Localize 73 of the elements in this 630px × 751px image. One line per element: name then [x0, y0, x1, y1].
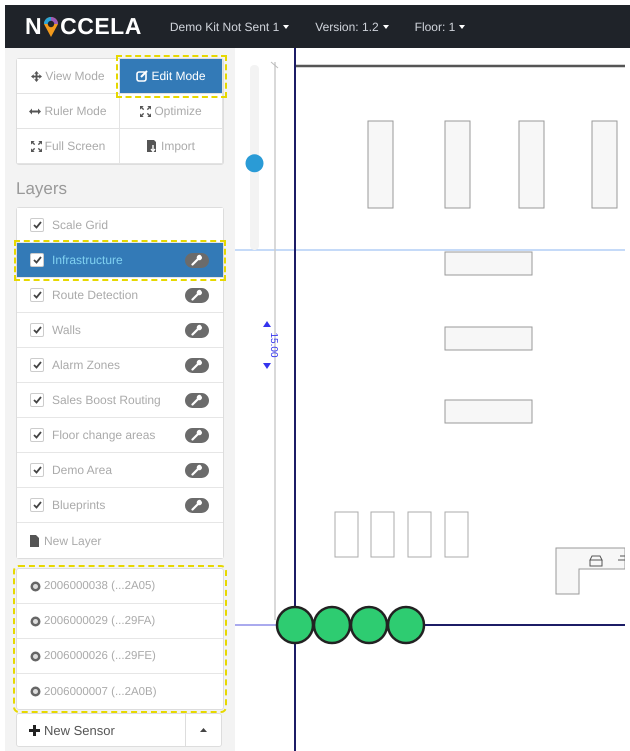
- caret-icon: [200, 728, 207, 732]
- file-icon: [30, 534, 39, 546]
- wrench-icon[interactable]: [185, 498, 209, 512]
- layer-item[interactable]: Infrastructure: [17, 243, 223, 278]
- sensor-label: 2006000007 (...2A0B): [44, 686, 157, 698]
- layer-item[interactable]: Route Detection: [17, 278, 223, 313]
- checkbox[interactable]: [30, 498, 44, 512]
- sensor-icon: [30, 650, 41, 662]
- logo-text: CCELA: [60, 13, 142, 40]
- checkbox[interactable]: [30, 218, 44, 232]
- layer-label: Scale Grid: [52, 218, 110, 232]
- wrench-icon[interactable]: [185, 322, 209, 338]
- layer-item[interactable]: Scale Grid: [17, 208, 223, 243]
- sensor-item[interactable]: 2006000038 (...2A05): [17, 569, 223, 604]
- checkbox[interactable]: [30, 253, 44, 267]
- expand-icon: [140, 106, 152, 116]
- mode-button[interactable]: Full Screen: [17, 129, 120, 164]
- new-sensor-button[interactable]: New Sensor: [16, 713, 186, 747]
- ruler-label: 15.00: [268, 332, 279, 358]
- mode-button[interactable]: Optimize: [120, 94, 223, 129]
- arrow-down-icon: [263, 363, 271, 369]
- sensor-item[interactable]: 2006000007 (...2A0B): [17, 674, 223, 709]
- dropdown-menu[interactable]: Floor: 1: [414, 20, 466, 34]
- import-icon: [146, 140, 158, 152]
- checkbox[interactable]: [30, 463, 44, 477]
- logo-text: N: [25, 13, 42, 40]
- wrench-icon[interactable]: [185, 288, 209, 302]
- sensor-label: 2006000038 (...2A05): [44, 580, 156, 592]
- sensor-marker[interactable]: [386, 606, 426, 644]
- sensor-label: 2006000029 (...29FA): [44, 615, 156, 627]
- wrench-icon[interactable]: [185, 462, 209, 478]
- sensor-icon: [30, 580, 41, 592]
- wrench-icon[interactable]: [185, 358, 209, 372]
- section-heading: Layers: [16, 179, 68, 199]
- wrench-icon[interactable]: [185, 392, 209, 408]
- sensor-marker[interactable]: [350, 606, 388, 644]
- sensor-icon: [30, 616, 41, 626]
- layer-label: Blueprints: [52, 498, 106, 512]
- dropdown-toggle[interactable]: [186, 713, 222, 747]
- move-icon: [31, 70, 42, 82]
- layer-label: Alarm Zones: [52, 358, 122, 372]
- mode-button[interactable]: View Mode: [17, 59, 120, 94]
- sensor-label: 2006000026 (...29FE): [44, 650, 156, 662]
- checkbox[interactable]: [30, 323, 44, 337]
- layer-label: Sales Boost Routing: [52, 393, 162, 407]
- pin-icon: [43, 16, 60, 38]
- dropdown-menu[interactable]: Version: 1.2: [315, 20, 389, 34]
- arrow-up-icon: [263, 321, 271, 327]
- sensor-icon: [30, 686, 41, 697]
- sensor-item[interactable]: 2006000029 (...29FA): [17, 604, 223, 639]
- wrench-icon[interactable]: [185, 428, 209, 442]
- layer-label: Floor change areas: [52, 428, 156, 442]
- sensor-marker[interactable]: [276, 606, 314, 644]
- sensor-marker[interactable]: [312, 606, 352, 644]
- mode-button[interactable]: Ruler Mode: [17, 94, 120, 129]
- checkbox[interactable]: [30, 358, 44, 372]
- sensor-item[interactable]: 2006000026 (...29FE): [17, 639, 223, 674]
- zoom-slider-track[interactable]: [250, 65, 259, 250]
- arrows-horizontal-icon: [29, 108, 42, 114]
- mode-button[interactable]: Import: [120, 129, 223, 164]
- checkbox[interactable]: [30, 428, 44, 442]
- layer-label: Walls: [52, 323, 82, 337]
- plus-icon: [29, 724, 40, 736]
- layer-label: Route Detection: [52, 288, 140, 302]
- expand-icon: [30, 140, 42, 152]
- checkbox[interactable]: [30, 393, 44, 407]
- layer-label: Infrastructure: [52, 253, 124, 267]
- dropdown-menu[interactable]: Demo Kit Not Sent 1: [170, 20, 290, 34]
- zoom-slider-thumb[interactable]: [246, 154, 264, 172]
- layer-label: Demo Area: [52, 463, 114, 477]
- edit-icon: [136, 70, 148, 82]
- wrench-icon[interactable]: [185, 252, 209, 268]
- checkbox[interactable]: [30, 288, 44, 302]
